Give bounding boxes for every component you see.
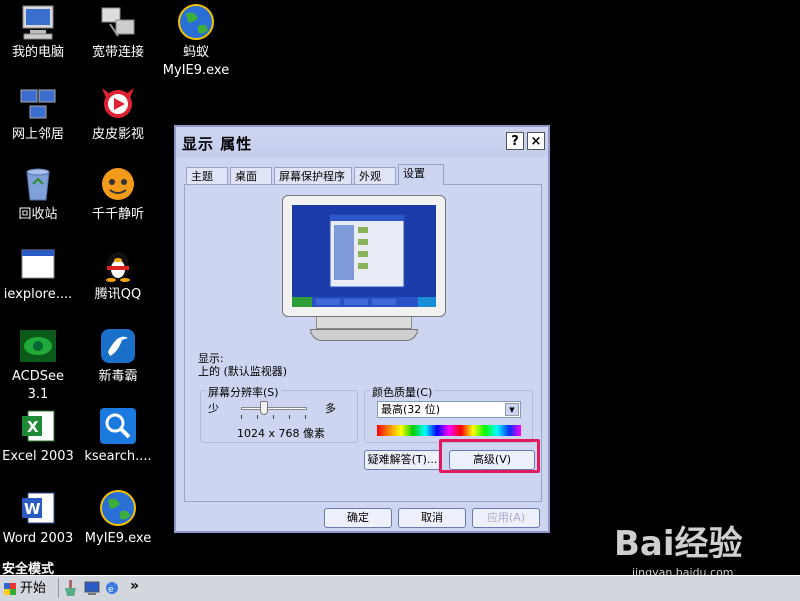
- apply-button[interactable]: 应用(A): [472, 508, 540, 528]
- desktop-icon-label: 蚂蚁: [182, 45, 209, 60]
- tab-appearance[interactable]: 外观: [354, 167, 396, 184]
- svg-text:X: X: [27, 418, 39, 436]
- quicklaunch-desktop-icon[interactable]: [84, 580, 100, 596]
- slider-tick: [289, 415, 290, 419]
- desktop-icon-qq[interactable]: 腾讯QQ: [76, 244, 160, 304]
- desktop-icon-iexplore[interactable]: iexplore....: [0, 244, 80, 304]
- quicklaunch-broom-icon[interactable]: [64, 580, 78, 596]
- recycle-bin-icon: [18, 164, 58, 204]
- music-player-icon: [98, 164, 138, 204]
- desktop-icon-label: 千千静听: [91, 207, 144, 222]
- chevron-down-icon[interactable]: ▼: [505, 403, 519, 416]
- monitor-screen: [292, 205, 436, 307]
- antivirus-icon: [98, 326, 138, 366]
- globe-icon: [98, 488, 138, 528]
- tab-themes[interactable]: 主题: [186, 167, 228, 184]
- resolution-slider-thumb[interactable]: [260, 401, 269, 415]
- monitor-stand: [316, 317, 412, 329]
- advanced-button-highlight: [439, 439, 540, 473]
- globe-icon: [176, 2, 216, 42]
- word-icon: W: [18, 488, 58, 528]
- search-icon: [98, 406, 138, 446]
- desktop-icon-label-2: MyIE9.exe: [162, 63, 230, 78]
- slider-tick: [241, 415, 242, 419]
- slider-tick: [305, 415, 306, 419]
- color-quality-title: 颜色质量(C): [370, 384, 435, 400]
- desktop-icon-label-2: 3.1: [27, 387, 49, 402]
- dialog-title: 显示 属性: [182, 135, 253, 153]
- desktop-icon-label: ksearch....: [84, 449, 152, 464]
- slider-tick: [257, 415, 258, 419]
- desktop-icon-label: 回收站: [18, 207, 58, 222]
- desktop-icon-label: 腾讯QQ: [94, 287, 142, 302]
- svg-text:e: e: [108, 585, 114, 595]
- resolution-group: 屏幕分辨率(S) 少 多 1024 x 768 像素: [200, 384, 358, 443]
- tab-desktop[interactable]: 桌面: [230, 167, 272, 184]
- windows-logo-icon: [4, 583, 16, 595]
- resolution-min-label: 少: [208, 402, 219, 415]
- start-button[interactable]: 开始: [2, 579, 46, 598]
- monitor-base: [310, 329, 418, 341]
- desktop-icon-broadband[interactable]: 宽带连接: [76, 2, 160, 62]
- slider-tick: [273, 415, 274, 419]
- resolution-slider[interactable]: [241, 401, 307, 415]
- desktop-icon-word[interactable]: W Word 2003: [0, 488, 80, 548]
- desktop-icon-label: 网上邻居: [11, 127, 64, 142]
- desktop-icon-label: MyIE9.exe: [84, 531, 152, 546]
- excel-icon: X: [18, 406, 58, 446]
- desktop-icon-label: Word 2003: [2, 531, 74, 546]
- tab-settings[interactable]: 设置: [398, 164, 444, 185]
- desktop-icon-ksearch[interactable]: ksearch....: [76, 406, 160, 466]
- taskbar-overflow-chevron-icon[interactable]: »: [130, 578, 139, 594]
- desktop-icon-network-places[interactable]: 网上邻居: [0, 84, 80, 144]
- desktop-icon-my-computer[interactable]: 我的电脑: [0, 2, 80, 62]
- desktop-icon-label: iexplore....: [3, 287, 73, 302]
- desktop-icon-acdsee[interactable]: ACDSee 3.1: [0, 326, 80, 404]
- color-quality-select[interactable]: 最高(32 位) ▼: [377, 401, 521, 418]
- color-quality-group: 颜色质量(C) 最高(32 位) ▼: [364, 384, 533, 443]
- eye-icon: [18, 326, 58, 366]
- desktop-icon-label: 我的电脑: [11, 45, 64, 60]
- desktop-icon-pipi[interactable]: 皮皮影视: [76, 84, 160, 144]
- network-places-icon: [18, 84, 58, 124]
- monitor-bezel: [282, 195, 446, 317]
- taskbar: 开始 e »: [0, 575, 800, 601]
- help-button[interactable]: ?: [506, 132, 524, 150]
- desktop-icon-recycle-bin[interactable]: 回收站: [0, 164, 80, 224]
- desktop-icon-label: 宽带连接: [91, 45, 144, 60]
- desktop-icon-myie9-ant[interactable]: 蚂蚁 MyIE9.exe: [154, 2, 238, 80]
- display-value: 上的 (默认监视器): [198, 365, 288, 378]
- taskbar-divider: [58, 578, 59, 598]
- troubleshoot-button[interactable]: 疑难解答(T)...: [364, 450, 441, 470]
- quicklaunch-browser-icon[interactable]: e: [104, 580, 120, 596]
- resolution-value: 1024 x 768 像素: [237, 427, 325, 440]
- computer-icon: [18, 2, 58, 42]
- svg-text:W: W: [24, 500, 41, 518]
- baidu-watermark-logo: Bai经验: [614, 524, 743, 564]
- desktop-icon-ttplayer[interactable]: 千千静听: [76, 164, 160, 224]
- ok-button[interactable]: 确定: [324, 508, 392, 528]
- qq-penguin-icon: [98, 244, 138, 284]
- desktop-icon-myie9[interactable]: MyIE9.exe: [76, 488, 160, 548]
- network-connection-icon: [98, 2, 138, 42]
- resolution-title: 屏幕分辨率(S): [206, 384, 281, 400]
- start-label: 开始: [20, 581, 47, 596]
- desktop-icon-label: Excel 2003: [2, 449, 74, 464]
- monitor-preview: [282, 195, 450, 347]
- tab-screensaver[interactable]: 屏幕保护程序: [274, 167, 352, 184]
- close-button[interactable]: ×: [527, 132, 545, 150]
- cancel-button[interactable]: 取消: [398, 508, 466, 528]
- desktop-icon-label: ACDSee: [12, 369, 64, 384]
- desktop-icon-duba[interactable]: 新毒霸: [76, 326, 160, 386]
- window-icon: [18, 244, 58, 284]
- resolution-max-label: 多: [325, 402, 336, 415]
- color-spectrum-bar: [377, 425, 521, 436]
- desktop-icon-label: 皮皮影视: [91, 127, 144, 142]
- media-player-icon: [98, 84, 138, 124]
- desktop-icon-excel[interactable]: X Excel 2003: [0, 406, 80, 466]
- title-bar[interactable]: 显示 属性 ? ×: [176, 127, 548, 157]
- desktop-icon-label: 新毒霸: [98, 369, 138, 384]
- color-quality-selected: 最高(32 位): [381, 403, 441, 416]
